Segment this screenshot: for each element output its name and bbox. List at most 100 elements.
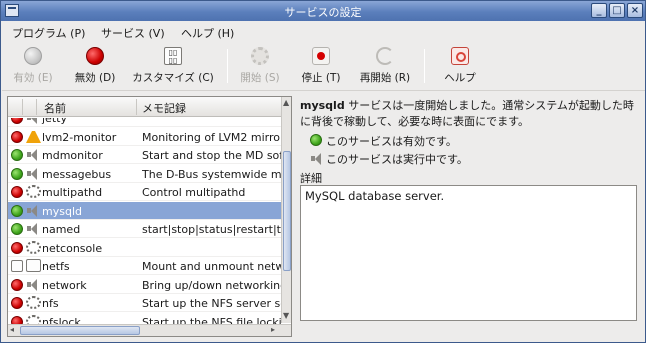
- service-desc-cell: Bring up/down networking: [142, 278, 281, 292]
- enable-icon: [24, 47, 42, 65]
- service-desc-cell: Start up the NFS file locking: [142, 315, 281, 325]
- stopped-icon: [26, 296, 41, 309]
- enable-button[interactable]: 有効 (E): [6, 43, 60, 89]
- menu-program[interactable]: プログラム (P): [12, 25, 85, 41]
- menu-help[interactable]: ヘルプ (H): [181, 25, 234, 41]
- column-header-name[interactable]: 名前: [44, 100, 66, 116]
- column-header-desc[interactable]: メモ記録: [142, 100, 186, 116]
- scroll-right-arrow[interactable]: ▸: [271, 325, 275, 334]
- service-row[interactable]: mysqld: [8, 201, 281, 220]
- running-icon: [310, 152, 322, 165]
- running-icon: [26, 148, 41, 161]
- service-name: mysqld: [300, 99, 345, 112]
- horizontal-scrollbar[interactable]: ◂ ▸: [8, 324, 291, 336]
- toolbar-separator: [424, 49, 425, 83]
- service-list: 名前 メモ記録 jetty lvm2-monitor Monitoring of L…: [7, 96, 292, 337]
- header-divider: [136, 99, 137, 115]
- help-icon: [451, 47, 469, 65]
- service-row[interactable]: named start|stop|status|restart|try-resta…: [8, 220, 281, 238]
- disabled-icon: [11, 118, 23, 124]
- running-icon: [26, 278, 41, 291]
- stopped-icon: [26, 240, 41, 254]
- service-desc-cell: Control multipathd: [142, 186, 246, 199]
- start-button[interactable]: 開始 (S): [234, 43, 286, 89]
- service-desc-cell: Start up the NFS server services: [142, 297, 281, 310]
- enabled-icon: [11, 167, 23, 180]
- details-label: 詳細: [300, 172, 322, 185]
- service-row[interactable]: lvm2-monitor Monitoring of LVM2 mirrors: [8, 128, 281, 146]
- service-row[interactable]: jetty: [8, 118, 281, 127]
- customize-button[interactable]: ▯▯ ▯▯ カスタマイズ (C): [126, 43, 220, 89]
- service-name-cell: nfslock: [42, 315, 81, 325]
- service-description-text: サービスは一度開始しました。通常システムが起動した時に背後で稼動して、必要な時に…: [300, 99, 634, 128]
- close-button[interactable]: ×: [627, 3, 643, 18]
- service-row[interactable]: multipathd Control multipathd: [8, 183, 281, 201]
- warning-icon: [26, 130, 41, 143]
- header-divider: [22, 99, 23, 115]
- help-button[interactable]: ヘルプ: [434, 43, 486, 89]
- service-name-cell: lvm2-monitor: [42, 130, 117, 144]
- disable-button[interactable]: 無効 (D): [64, 43, 126, 89]
- scrollbar-thumb[interactable]: [283, 151, 291, 271]
- service-desc-cell: Monitoring of LVM2 mirrors: [142, 130, 281, 144]
- service-description: mysqld サービスは一度開始しました。通常システムが起動した時に背後で稼動し…: [300, 98, 638, 130]
- custom-icon: [11, 260, 23, 272]
- toolbar-separator: [227, 49, 228, 83]
- service-name-cell: jetty: [42, 118, 67, 125]
- service-row[interactable]: nfs Start up the NFS server services: [8, 294, 281, 312]
- disabled-icon: [11, 241, 23, 254]
- service-name-cell: netfs: [42, 260, 70, 273]
- customize-icon: ▯▯ ▯▯: [164, 47, 182, 65]
- running-icon: [26, 204, 41, 217]
- service-row[interactable]: network Bring up/down networking: [8, 276, 281, 294]
- enabled-icon: [11, 204, 23, 217]
- restart-button[interactable]: 再開始 (R): [352, 43, 418, 89]
- service-name-cell: netconsole: [42, 241, 103, 255]
- disabled-icon: [11, 315, 23, 324]
- scroll-up-arrow[interactable]: ▲: [283, 98, 289, 107]
- details-textbox[interactable]: MySQL database server.: [300, 185, 637, 321]
- enabled-icon: [11, 223, 23, 235]
- disabled-icon: [11, 297, 23, 309]
- service-row[interactable]: netfs Mount and unmount network filesyste…: [8, 257, 281, 275]
- service-row[interactable]: netconsole: [8, 239, 281, 257]
- scroll-down-arrow[interactable]: ▼: [283, 311, 289, 320]
- service-name-cell: network: [42, 278, 87, 292]
- running-icon: [26, 118, 41, 124]
- title-bar: サービスの設定 _ □ ×: [1, 1, 645, 21]
- maximize-button[interactable]: □: [609, 3, 625, 18]
- service-name-cell: mysqld: [42, 204, 82, 218]
- vertical-scrollbar[interactable]: ▲ ▼: [281, 97, 291, 323]
- stopped-icon: [26, 314, 41, 324]
- service-name-cell: multipathd: [42, 186, 103, 199]
- scroll-left-arrow[interactable]: ◂: [10, 325, 14, 334]
- disable-icon: [86, 47, 104, 65]
- service-row[interactable]: messagebus The D-Bus systemwide message: [8, 165, 281, 183]
- service-desc-cell: start|stop|status|restart|try-restart: [142, 223, 281, 236]
- menubar: プログラム (P) サービス (V) ヘルプ (H): [2, 22, 645, 42]
- service-row[interactable]: mdmonitor Start and stop the MD software: [8, 146, 281, 164]
- restart-icon: [376, 47, 394, 65]
- service-name-cell: mdmonitor: [42, 149, 103, 162]
- disabled-icon: [11, 278, 23, 291]
- disabled-icon: [11, 130, 23, 143]
- enabled-icon: [310, 134, 322, 146]
- menu-service[interactable]: サービス (V): [101, 25, 165, 41]
- window-title: サービスの設定: [284, 6, 362, 19]
- enabled-icon: [11, 149, 23, 161]
- service-desc-cell: Mount and unmount network filesystems: [142, 260, 281, 273]
- service-name-cell: nfs: [42, 297, 59, 310]
- service-name-cell: named: [42, 223, 81, 236]
- stop-button[interactable]: 停止 (T): [292, 43, 350, 89]
- list-header: 名前 メモ記録: [8, 97, 281, 117]
- running-icon: [26, 167, 41, 180]
- disabled-icon: [11, 186, 23, 198]
- hscrollbar-thumb[interactable]: [20, 326, 140, 335]
- start-icon: [251, 47, 269, 65]
- custom-runlevel-icon: [26, 259, 41, 272]
- service-name-cell: messagebus: [42, 167, 112, 181]
- service-desc-cell: The D-Bus systemwide message: [142, 167, 281, 181]
- service-row[interactable]: nfslock Start up the NFS file locking: [8, 313, 281, 325]
- header-divider: [36, 99, 37, 115]
- minimize-button[interactable]: _: [591, 3, 607, 18]
